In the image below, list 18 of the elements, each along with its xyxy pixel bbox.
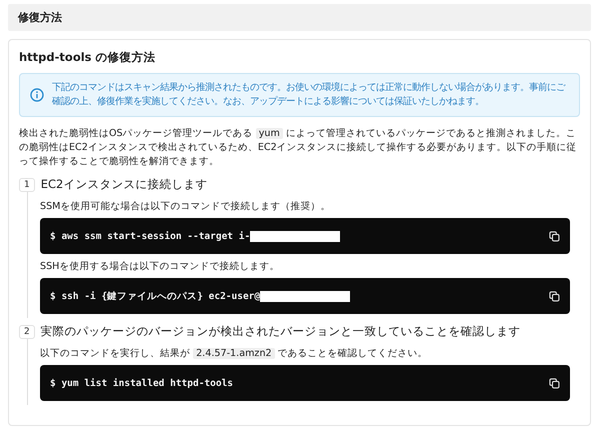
copy-icon[interactable]	[549, 290, 560, 302]
description-text: 検出された脆弱性はOSパッケージ管理ツールである yum によって管理されているパッケージであると推測されました。この脆弱性はEC2インスタンスで検出されているため、EC2インスタンスに接続して操作する必要があります。以下の手順に従って操作することで脆弱性を解消できます。	[19, 127, 578, 169]
step-number: 2	[19, 324, 35, 338]
command-text: $ aws ssm start-session --target i-	[50, 230, 250, 242]
notice-text: 下記のコマンドはスキャン結果から推測されたものです。お使いの環境によっては正常に動作しない場合があります。事前にご確認の上、修復作業を実施してください。なお、アップデートによる影響については保証いたしかねます。	[52, 81, 566, 109]
copy-icon[interactable]	[549, 230, 560, 242]
command-text: $ ssh -i {鍵ファイルへのパス} ec2-user@	[50, 290, 260, 302]
step-title: 実際のパッケージのバージョンが検出されたバージョンと一致していることを確認します	[40, 324, 521, 339]
instruction-text: 以下のコマンドを実行し、結果が 2.4.57-1.amzn2 であることを確認してください。	[40, 347, 429, 360]
instruction-text: SSMを使用可能な場合は以下のコマンドで接続します（推奨）。	[40, 200, 332, 213]
command-text: $ yum list installed httpd-tools	[50, 378, 234, 388]
step-title: EC2インスタンスに接続します	[40, 177, 208, 192]
copy-icon[interactable]	[549, 378, 560, 388]
section-header: 修復方法	[8, 4, 591, 31]
info-icon	[30, 88, 44, 102]
instruction-text: SSHを使用する場合は以下のコマンドで接続します。	[40, 260, 280, 273]
card-title: httpd-tools の修復方法	[19, 50, 157, 65]
step-number: 1	[19, 178, 35, 192]
